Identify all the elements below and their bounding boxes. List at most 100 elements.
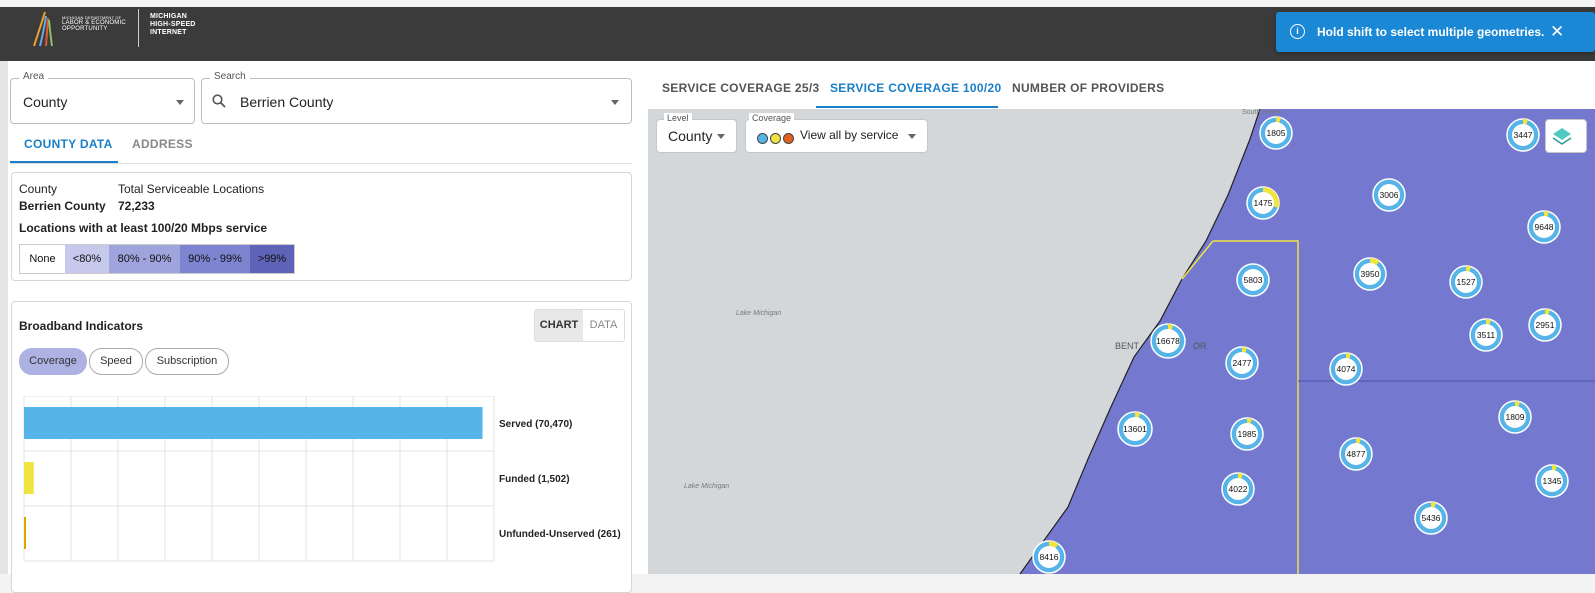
tab-county-data[interactable]: COUNTY DATA <box>24 137 113 151</box>
logo-line-3: OPPORTUNITY <box>62 26 108 32</box>
map-cluster[interactable]: 3447 <box>1506 118 1540 152</box>
county-header: County <box>19 182 58 196</box>
search-input[interactable]: Search Berrien County <box>201 71 632 124</box>
map-cluster[interactable]: 8416 <box>1032 540 1066 574</box>
map-panel: SERVICE COVERAGE 25/3 SERVICE COVERAGE 1… <box>648 61 1595 574</box>
legend-under-80: <80% <box>65 245 109 273</box>
map-cluster[interactable]: 1527 <box>1449 265 1483 299</box>
map-cluster[interactable]: 3950 <box>1353 257 1387 291</box>
chart-bar[interactable] <box>24 462 34 494</box>
map-cluster[interactable]: 5436 <box>1414 501 1448 535</box>
map-cluster[interactable]: 4877 <box>1339 437 1373 471</box>
map-cluster[interactable]: 16678 <box>1150 323 1186 359</box>
search-value: Berrien County <box>240 94 334 110</box>
search-label: Search <box>210 71 250 82</box>
cluster-count: 5436 <box>1422 513 1441 523</box>
legend-90-99: 90% - 99% <box>180 245 250 273</box>
coverage-legend: None <80% 80% - 90% 90% - 99% >99% <box>19 244 295 274</box>
locations-header: Total Serviceable Locations <box>118 182 265 196</box>
city-label-benton: BENT <box>1115 341 1140 351</box>
bar-label: Unfunded-Unserved (261) <box>499 529 621 540</box>
map-cluster[interactable]: 4074 <box>1329 352 1363 386</box>
chart-bar[interactable] <box>24 517 26 549</box>
level-select[interactable]: Level County <box>656 113 737 153</box>
program-line-3: INTERNET <box>150 29 187 36</box>
lake-label-2: Lake Michigan <box>684 483 729 490</box>
tab-address[interactable]: ADDRESS <box>132 137 193 151</box>
map-cluster[interactable]: 1475 <box>1246 186 1280 220</box>
cluster-count: 1345 <box>1543 476 1562 486</box>
layers-button[interactable] <box>1545 119 1587 153</box>
tab-number-of-providers[interactable]: NUMBER OF PROVIDERS <box>1012 81 1164 95</box>
cluster-count: 3511 <box>1477 330 1496 340</box>
logo-divider <box>138 9 139 47</box>
program-line-1: MICHIGAN <box>150 13 187 20</box>
cluster-count: 16678 <box>1156 336 1180 346</box>
unserved-dot-icon <box>783 133 794 144</box>
data-toggle-button[interactable]: DATA <box>583 310 624 341</box>
area-label: Area <box>19 71 49 82</box>
search-icon <box>212 94 226 108</box>
map-cluster[interactable]: 4022 <box>1221 472 1255 506</box>
map-cluster[interactable]: 2951 <box>1528 308 1562 342</box>
area-value: County <box>23 94 68 110</box>
coverage-pill[interactable]: Coverage <box>19 348 87 375</box>
layers-icon <box>1552 128 1572 145</box>
chart-data-toggle: CHART DATA <box>534 309 625 342</box>
left-panel: Area County Search Berrien County COUNTY… <box>0 61 648 593</box>
tab-service-coverage-25-3[interactable]: SERVICE COVERAGE 25/3 <box>662 81 819 95</box>
tab-service-coverage-100-20[interactable]: SERVICE COVERAGE 100/20 <box>830 81 1001 95</box>
coverage-value: View all by service <box>800 128 899 142</box>
map-cluster[interactable]: 1809 <box>1498 400 1532 434</box>
chart-toggle-button[interactable]: CHART <box>535 310 583 341</box>
level-label: Level <box>664 113 692 123</box>
county-summary-card: County Total Serviceable Locations Berri… <box>11 172 632 281</box>
map-cluster[interactable]: 1985 <box>1230 417 1264 451</box>
map-cluster[interactable]: 5803 <box>1236 263 1270 297</box>
funded-dot-icon <box>770 133 781 144</box>
area-select[interactable]: Area County <box>10 71 195 124</box>
broadband-indicators-card: Broadband Indicators CHART DATA Coverage… <box>11 301 632 593</box>
cluster-count: 1985 <box>1238 429 1257 439</box>
locations-value: 72,233 <box>118 199 155 213</box>
cluster-count: 4074 <box>1337 364 1356 374</box>
coverage-select[interactable]: Coverage View all by service <box>745 113 928 153</box>
map-cluster[interactable]: 2477 <box>1225 346 1259 380</box>
chevron-down-icon <box>611 100 619 105</box>
chart-bar[interactable] <box>24 407 483 439</box>
speed-pill[interactable]: Speed <box>89 348 143 375</box>
close-icon[interactable]: ✕ <box>1550 22 1564 42</box>
cluster-count: 1805 <box>1267 128 1286 138</box>
subscription-pill[interactable]: Subscription <box>145 348 229 375</box>
county-value: Berrien County <box>19 199 106 213</box>
program-line-2: HIGH-SPEED <box>150 21 196 28</box>
map-cluster[interactable]: 9648 <box>1527 210 1561 244</box>
tabs-divider <box>10 163 632 164</box>
cluster-count: 13601 <box>1123 424 1147 434</box>
toast-message: Hold shift to select multiple geometries… <box>1317 25 1545 39</box>
coverage-dots <box>757 130 796 148</box>
indicators-title: Broadband Indicators <box>19 319 144 333</box>
legend-none: None <box>20 245 65 273</box>
map-cluster[interactable]: 3006 <box>1372 178 1406 212</box>
lake-label-1: Lake Michigan <box>736 310 781 317</box>
cluster-count: 2477 <box>1233 358 1252 368</box>
bar-label: Funded (1,502) <box>499 474 570 485</box>
map-cluster[interactable]: 13601 <box>1117 411 1153 447</box>
map-cluster[interactable]: 3511 <box>1469 318 1503 352</box>
cluster-count: 1809 <box>1506 412 1525 422</box>
cluster-count: 5803 <box>1244 275 1263 285</box>
chevron-down-icon <box>717 134 725 139</box>
legend-80-90: 80% - 90% <box>109 245 180 273</box>
map-canvas[interactable]: Lake Michigan Lake Michigan BENT OR Sout… <box>648 109 1595 574</box>
coverage-label: Coverage <box>749 113 795 123</box>
program-name: MICHIGAN HIGH-SPEED INTERNET <box>150 13 196 37</box>
cluster-count: 3447 <box>1514 130 1533 140</box>
bar-label: Served (70,470) <box>499 419 572 430</box>
city-label-harbor: OR <box>1193 341 1207 351</box>
map-cluster[interactable]: 1345 <box>1535 464 1569 498</box>
coverage-bar-chart: Served (70,470) Funded (1,502) Unfunded-Un… <box>23 396 621 562</box>
service-title: Locations with at least 100/20 Mbps serv… <box>19 221 268 235</box>
legend-over-99: >99% <box>250 245 294 273</box>
map-cluster[interactable]: 1805 <box>1259 116 1293 150</box>
